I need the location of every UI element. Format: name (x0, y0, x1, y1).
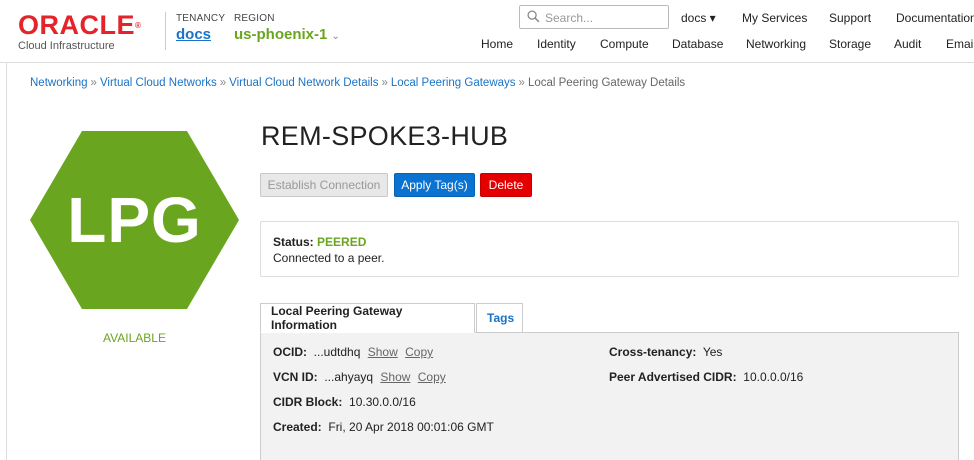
logo-wordmark: ORACLE (18, 10, 135, 40)
nav-email[interactable]: Email (946, 37, 974, 51)
logo-subtitle: Cloud Infrastructure (18, 40, 115, 52)
peer-cidr-row: Peer Advertised CIDR: 10.0.0.0/16 (609, 370, 803, 384)
breadcrumb-vcn-details[interactable]: Virtual Cloud Network Details (229, 77, 378, 89)
page-title: REM-SPOKE3-HUB (261, 121, 509, 151)
created-value: Fri, 20 Apr 2018 00:01:06 GMT (328, 420, 494, 434)
breadcrumb-vcns[interactable]: Virtual Cloud Networks (100, 77, 217, 89)
status-panel: Status: PEERED Connected to a peer. (260, 221, 959, 277)
tab-lpg-information[interactable]: Local Peering Gateway Information (260, 303, 475, 333)
peer-cidr-label: Peer Advertised CIDR: (609, 370, 737, 384)
oracle-logo[interactable]: ORACLE® Cloud Infrastructure (18, 10, 142, 53)
created-row: Created: Fri, 20 Apr 2018 00:01:06 GMT (273, 420, 494, 434)
cross-tenancy-row: Cross-tenancy: Yes (609, 345, 722, 359)
nav-networking[interactable]: Networking (746, 37, 806, 51)
status-label: Status: (273, 235, 314, 249)
ocid-copy-link[interactable]: Copy (405, 345, 433, 359)
tab-tags[interactable]: Tags (476, 303, 523, 333)
header-divider (165, 12, 166, 50)
status-value: PEERED (317, 235, 367, 249)
top-header: ORACLE® Cloud Infrastructure TENANCY doc… (0, 0, 974, 62)
ocid-value: ...udtdhq (313, 345, 361, 359)
tenancy-selector: TENANCY docs (176, 13, 225, 43)
lifecycle-state: AVAILABLE (103, 331, 166, 345)
cidr-block-row: CIDR Block: 10.30.0.0/16 (273, 395, 416, 409)
region-selector[interactable]: REGION us-phoenix-1 ⌄ (234, 13, 340, 43)
chevron-down-icon: ⌄ (331, 31, 340, 42)
nav-audit[interactable]: Audit (894, 37, 921, 51)
breadcrumb-lpgs[interactable]: Local Peering Gateways (391, 77, 516, 89)
support-link[interactable]: Support (829, 11, 871, 25)
ocid-show-link[interactable]: Show (368, 345, 398, 359)
breadcrumb-separator: » (518, 77, 525, 89)
breadcrumb-separator: » (90, 77, 97, 89)
nav-storage[interactable]: Storage (829, 37, 871, 51)
cidr-block-value: 10.30.0.0/16 (349, 395, 416, 409)
search-input[interactable] (545, 9, 663, 26)
user-menu[interactable]: docs ▾ (681, 11, 716, 25)
nav-database[interactable]: Database (672, 37, 723, 51)
establish-connection-button[interactable]: Establish Connection (260, 173, 388, 197)
delete-button[interactable]: Delete (480, 173, 532, 197)
breadcrumb: Networking» Virtual Cloud Networks» Virtua… (30, 77, 685, 89)
nav-compute[interactable]: Compute (600, 37, 649, 51)
apply-tags-button[interactable]: Apply Tag(s) (394, 173, 475, 197)
vcn-id-value: ...ahyayq (324, 370, 374, 384)
breadcrumb-separator: » (381, 77, 388, 89)
tenancy-label: TENANCY (176, 13, 226, 24)
my-services-link[interactable]: My Services (742, 11, 807, 25)
region-label: REGION (234, 13, 275, 24)
status-message: Connected to a peer. (273, 251, 385, 265)
tenancy-link[interactable]: docs (176, 26, 225, 43)
ocid-row: OCID: ...udtdhq Show Copy (273, 345, 433, 359)
vcn-id-show-link[interactable]: Show (380, 370, 410, 384)
vcn-id-copy-link[interactable]: Copy (418, 370, 446, 384)
search-box[interactable] (519, 5, 669, 29)
cross-tenancy-label: Cross-tenancy: (609, 345, 697, 359)
nav-identity[interactable]: Identity (537, 37, 576, 51)
lpg-icon-label: LPG (67, 184, 202, 256)
peer-cidr-value: 10.0.0.0/16 (743, 370, 804, 384)
cidr-block-label: CIDR Block: (273, 395, 343, 409)
vcn-id-label: VCN ID: (273, 370, 318, 384)
breadcrumb-separator: » (219, 77, 227, 89)
created-label: Created: (273, 420, 322, 434)
vcn-id-row: VCN ID: ...ahyayq Show Copy (273, 370, 446, 384)
lpg-hexagon-icon: LPG (30, 131, 239, 309)
search-icon (527, 10, 540, 23)
documentation-link[interactable]: Documentation (896, 11, 974, 25)
breadcrumb-current: Local Peering Gateway Details (527, 77, 686, 89)
cross-tenancy-value: Yes (702, 345, 723, 359)
nav-home[interactable]: Home (481, 37, 513, 51)
breadcrumb-networking[interactable]: Networking (30, 77, 88, 89)
logo-registered-mark: ® (135, 21, 142, 30)
region-value: us-phoenix-1 (234, 26, 328, 43)
ocid-label: OCID: (273, 345, 307, 359)
